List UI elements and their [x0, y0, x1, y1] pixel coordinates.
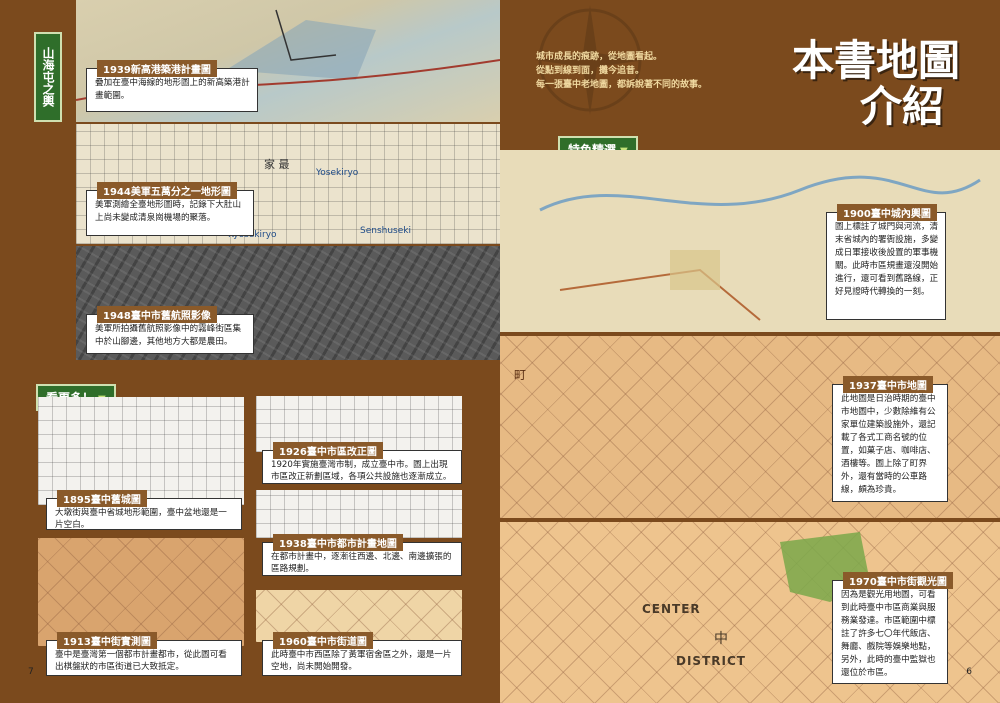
intro-line: 從點到線到面，攤今追昔。: [536, 66, 645, 76]
right-page: 城市成長的痕跡，從地圖看起。 從點到線到面，攤今追昔。 每一張臺中老地圖，都訴說…: [500, 0, 1000, 703]
map-label-center: CENTER: [642, 602, 701, 616]
caption-title: 1970臺中市街觀光圖: [843, 572, 953, 589]
caption-title: 1900臺中城內輿圖: [837, 204, 937, 221]
caption-text: 在都市計畫中，逐漸往西邊、北邊、南邊擴張的區路規劃。: [271, 552, 452, 574]
caption-title: 1948臺中市舊航照影像: [97, 306, 217, 323]
map-label-senshuseki: Senshuseki: [360, 226, 411, 236]
caption-title: 1913臺中街實測圖: [57, 632, 157, 649]
caption-text: 大墩街與臺中省城地形範圍，臺中盆地還是一片空白。: [55, 508, 227, 530]
left-page: 山海屯之輿 1939新高港築港計畫圖 疊加在臺中海線的地形圖上的新高築港計畫範圍…: [0, 0, 500, 703]
map-label-machi: 町: [514, 368, 527, 382]
caption-1926: 1926臺中市區改正圖 1920年實施臺灣市制，成立臺中市。圖上出現市區改正新劃…: [262, 442, 462, 484]
caption-title: 1937臺中市地圖: [843, 376, 933, 393]
caption-text: 此地圖是日治時期的臺中市地圖中，少數除維有公家單位建築設施外，還記載了各式工商名…: [841, 394, 936, 495]
caption-1937: 1937臺中市地圖 此地圖是日治時期的臺中市地圖中，少數除維有公家單位建築設施外…: [832, 376, 948, 502]
caption-text: 此時臺中市西區除了黃軍宿舍區之外，還是一片空地，尚未開始開發。: [271, 650, 452, 672]
caption-text: 疊加在臺中海線的地形圖上的新高築港計畫範圍。: [95, 78, 250, 101]
caption-1900: 1900臺中城內輿圖 圖上標註了城門與河流，清末省城內的署衙設施，多變成日軍接收…: [826, 204, 946, 320]
section-tag-vertical: 山海屯之輿: [34, 32, 62, 122]
caption-text: 美軍所拍攝舊航照影像中的霧峰街區集中於山腳邊，其他地方大都是農田。: [95, 324, 242, 347]
caption-1939: 1939新高港築港計畫圖 疊加在臺中海線的地形圖上的新高築港計畫範圍。: [86, 60, 258, 112]
caption-title: 1926臺中市區改正圖: [273, 442, 383, 459]
caption-title: 1944美軍五萬分之一地形圖: [97, 182, 237, 199]
caption-title: 1895臺中舊城圖: [57, 490, 147, 507]
caption-text: 圖上標註了城門與河流，清末省城內的署衙設施，多變成日軍接收後設置的軍事機關。此時…: [835, 222, 939, 297]
page-number-right: 6: [966, 667, 972, 677]
map-label-zhong: 中: [714, 631, 728, 647]
caption-text: 1920年實施臺灣市制，成立臺中市。圖上出現市區改正新劃區域，各項公共設施也逐漸…: [271, 460, 452, 482]
page-title-line1: 本書地圖: [791, 36, 960, 85]
caption-1970: 1970臺中市街觀光圖 因為是觀光用地圖，可看到此時臺中市區商業與服務業發達。市…: [832, 572, 953, 684]
caption-text: 因為是觀光用地圖，可看到此時臺中市區商業與服務業發達。市區範圍中標註了許多七〇年…: [841, 590, 936, 678]
intro-text: 城市成長的痕跡，從地圖看起。 從點到線到面，攤今追昔。 每一張臺中老地圖，都訴說…: [536, 50, 707, 92]
caption-1960: 1960臺中市街道圖 此時臺中市西區除了黃軍宿舍區之外，還是一片空地，尚未開始開…: [262, 632, 462, 676]
map-1938-planning: [256, 490, 462, 538]
intro-line: 城市成長的痕跡，從地圖看起。: [536, 52, 663, 62]
map-label-village: 家 最: [264, 158, 290, 171]
caption-title: 1938臺中市都市計畫地圖: [273, 534, 403, 551]
map-1895-old-city: [38, 397, 244, 505]
map-label-district: DISTRICT: [676, 654, 746, 668]
map-label-yosekiryo: Yosekiryo: [316, 168, 359, 178]
caption-text: 美軍測繪全臺地形圖時，記錄下大肚山上尚未變成清泉崗機場的聚落。: [95, 200, 242, 223]
section-tag-label: 山海屯之輿: [41, 47, 55, 107]
caption-1948: 1948臺中市舊航照影像 美軍所拍攝舊航照影像中的霧峰街區集中於山腳邊，其他地方…: [86, 306, 254, 354]
map-1913-survey: [38, 538, 244, 646]
caption-1944: 1944美軍五萬分之一地形圖 美軍測繪全臺地形圖時，記錄下大肚山上尚未變成清泉崗…: [86, 182, 254, 236]
page-title-line2: 介紹: [859, 82, 944, 131]
caption-title: 1960臺中市街道圖: [273, 632, 373, 649]
caption-text: 臺中是臺灣第一個都市計畫都市，從此圖可看出棋盤狀的市區街道已大致抵定。: [55, 650, 227, 672]
caption-1913: 1913臺中街實測圖 臺中是臺灣第一個都市計畫都市，從此圖可看出棋盤狀的市區街道…: [46, 632, 242, 676]
caption-1895: 1895臺中舊城圖 大墩街與臺中省城地形範圍，臺中盆地還是一片空白。: [46, 490, 242, 530]
page-number-left: 7: [28, 667, 34, 677]
caption-title: 1939新高港築港計畫圖: [97, 60, 217, 77]
page-title: 本書地圖 介紹: [792, 38, 960, 130]
caption-1938: 1938臺中市都市計畫地圖 在都市計畫中，逐漸往西邊、北邊、南邊擴張的區路規劃。: [262, 534, 462, 576]
intro-line: 每一張臺中老地圖，都訴說著不同的故事。: [536, 80, 708, 90]
